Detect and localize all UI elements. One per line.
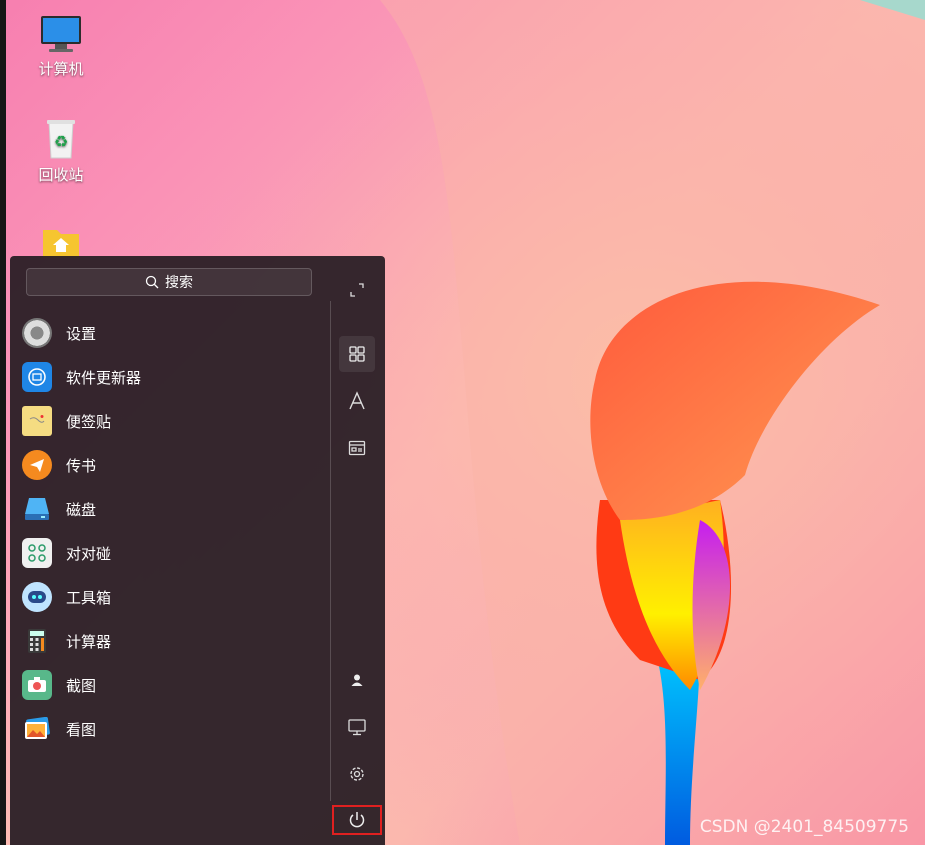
app-label: 便签贴 [66,412,112,431]
search-icon [145,275,159,289]
calculator-icon [22,626,52,656]
app-item-calculator[interactable]: 计算器 [20,619,320,663]
app-label: 截图 [66,676,97,695]
app-item-toolbox[interactable]: 工具箱 [20,575,320,619]
toolbox-robot-icon [22,582,52,612]
app-item-sticky-notes[interactable]: 便签贴 [20,399,320,443]
disk-icon [22,494,52,524]
user-icon [351,674,363,686]
app-label: 看图 [66,720,97,739]
software-updater-icon [22,362,52,392]
app-item-screenshot[interactable]: 截图 [20,663,320,707]
app-label: 对对碰 [66,544,112,563]
sticky-note-icon [22,406,52,436]
screenshot-camera-icon [22,670,52,700]
alphabetical-icon [349,391,365,410]
match-game-icon [22,538,52,568]
home-folder-icon [43,230,79,258]
app-item-transfer[interactable]: 传书 [20,443,320,487]
search-placeholder: 搜索 [165,275,193,291]
monitor-icon [41,16,81,52]
app-item-disk[interactable]: 磁盘 [20,487,320,531]
app-label: 传书 [66,456,97,475]
desktop-icon-label: 计算机 [38,60,84,78]
search-input[interactable]: 搜索 [26,268,312,296]
app-label: 设置 [66,324,97,343]
computer-icon [348,719,366,736]
app-item-match-game[interactable]: 对对碰 [20,531,320,575]
desktop-icon-label: 回收站 [38,166,84,184]
watermark-text: CSDN @2401_84509775 [699,817,909,837]
app-item-image-viewer[interactable]: 看图 [20,707,320,751]
app-list: 设置 软件更新器 便签贴 传书 磁盘 对对碰 工具箱 计算器 截图 看图 [20,311,320,751]
category-sort-button[interactable] [339,430,375,466]
settings-gear-icon [22,318,52,348]
start-menu: 搜索 设置 软件更新器 便签贴 传书 磁盘 对对碰 工具箱 计算器 截图 看图 [10,256,385,845]
desktop-icon-computer[interactable]: 计算机 [26,14,96,79]
recycle-bin-icon: ♻ [47,120,75,159]
expand-button[interactable] [339,272,375,308]
computer-button[interactable] [339,709,375,745]
alphabetical-sort-button[interactable] [339,383,375,419]
power-button[interactable] [332,805,382,835]
power-icon [349,812,365,828]
expand-icon [350,283,364,297]
left-edge-strip [0,0,6,845]
user-button[interactable] [339,662,375,698]
app-label: 软件更新器 [66,368,142,387]
menu-divider [330,301,331,801]
settings-button[interactable] [339,756,375,792]
app-label: 磁盘 [66,500,97,519]
paper-plane-icon [22,450,52,480]
app-item-settings[interactable]: 设置 [20,311,320,355]
settings-icon [350,767,364,781]
image-viewer-icon [22,714,52,744]
all-apps-button[interactable] [339,336,375,372]
app-item-software-updater[interactable]: 软件更新器 [20,355,320,399]
desktop-icon-trash[interactable]: ♻ 回收站 [26,118,96,185]
app-label: 计算器 [66,632,112,651]
svg-text:♻: ♻ [54,132,68,151]
all-apps-grid-icon [349,346,365,362]
category-icon [348,440,366,456]
app-label: 工具箱 [66,588,112,607]
